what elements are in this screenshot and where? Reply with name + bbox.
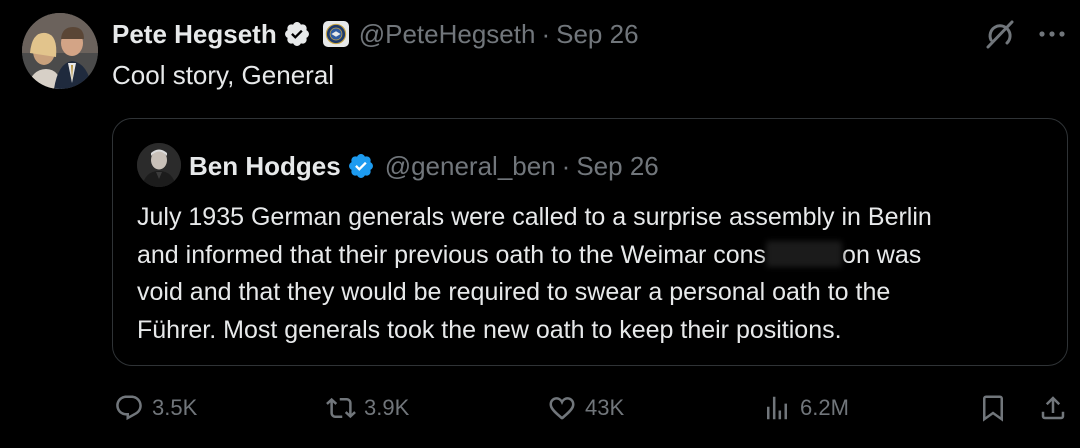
share-icon (1041, 396, 1065, 420)
repost-button[interactable]: 3.9K (326, 388, 409, 428)
action-bar: 3.5K 3.9K 43K 6.2M (112, 388, 1072, 428)
quoted-author-handle[interactable]: @general_ben (385, 151, 556, 182)
repost-icon (326, 397, 356, 419)
quoted-text-line: and informed that their previous oath to… (137, 237, 1049, 275)
separator-dot: · (561, 150, 571, 181)
grok-icon[interactable] (982, 16, 1018, 52)
author-avatar[interactable] (22, 13, 98, 89)
view-count: 6.2M (800, 395, 849, 420)
post-text: Cool story, General (112, 60, 335, 90)
post-header: Pete Hegseth @PeteHegseth · Sep 26 (112, 14, 639, 54)
like-count: 43K (585, 395, 625, 420)
reply-button[interactable]: 3.5K (114, 388, 197, 428)
quoted-post-header: Ben Hodges @general_ben · Sep 26 (189, 146, 659, 186)
quoted-post-text: July 1935 German generals were called to… (137, 199, 1049, 349)
reply-count: 3.5K (152, 395, 198, 420)
like-button[interactable]: 43K (547, 388, 624, 428)
reply-icon (116, 395, 142, 421)
more-options-icon[interactable] (1032, 22, 1072, 46)
quoted-author-name[interactable]: Ben Hodges (189, 151, 341, 182)
quoted-text-line: Führer. Most generals took the new oath … (137, 315, 842, 344)
quoted-text-fragment: and informed that their previous oath to… (137, 240, 767, 269)
views-chart-icon (767, 396, 787, 420)
quoted-text-line: void and that they would be required to … (137, 278, 891, 306)
separator-dot: · (541, 18, 551, 49)
post-date[interactable]: Sep 26 (556, 19, 638, 50)
author-name[interactable]: Pete Hegseth (112, 19, 277, 50)
bookmark-button[interactable] (978, 388, 1016, 428)
post: Pete Hegseth @PeteHegseth · Sep 26 Cool … (0, 0, 1080, 448)
verified-badge-icon[interactable] (347, 152, 375, 180)
views-button[interactable]: 6.2M (762, 388, 849, 428)
quoted-post-date[interactable]: Sep 26 (576, 151, 658, 182)
verified-badge-icon[interactable] (283, 20, 311, 48)
blurred-redaction (766, 240, 843, 267)
author-handle[interactable]: @PeteHegseth (359, 19, 536, 50)
quoted-text-fragment: on was (842, 240, 922, 269)
quoted-author-avatar[interactable] (137, 143, 181, 187)
quoted-text-line: July 1935 German generals were called to… (137, 203, 932, 231)
department-seal-icon[interactable] (322, 21, 349, 47)
repost-count: 3.9K (364, 395, 410, 420)
bookmark-icon (983, 395, 1003, 422)
heart-icon (549, 397, 575, 420)
share-button[interactable] (1038, 388, 1076, 428)
quoted-post[interactable]: Ben Hodges @general_ben · Sep 26 July 19… (112, 118, 1068, 366)
